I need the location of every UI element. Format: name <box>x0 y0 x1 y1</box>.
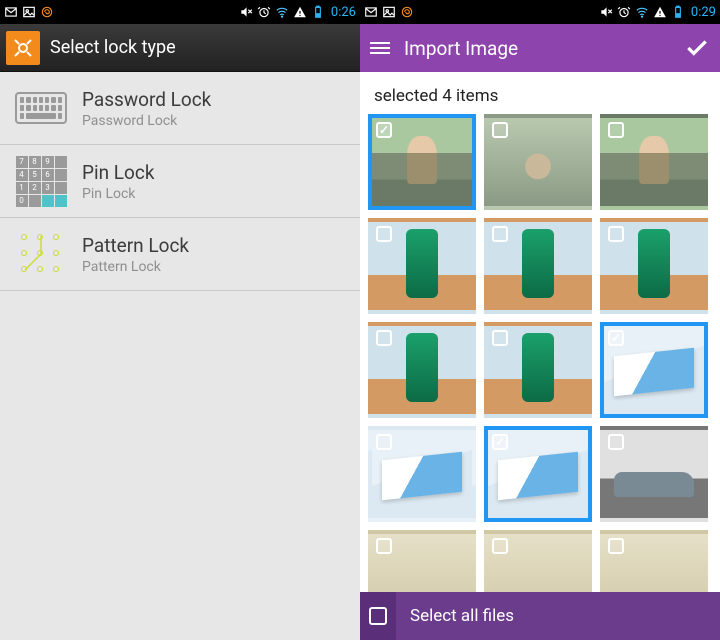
warn-icon <box>293 5 307 19</box>
image-thumbnail[interactable] <box>368 426 476 522</box>
select-all-label: Select all files <box>410 606 514 626</box>
app-logo-icon <box>6 31 40 65</box>
lock-option-pin[interactable]: 789 456 123 0 Pin Lock Pin Lock <box>0 145 360 218</box>
mute-icon <box>239 5 253 19</box>
thumbnail-checkbox[interactable] <box>376 226 392 242</box>
lock-type-list: Password Lock Password Lock 789 456 123 … <box>0 72 360 640</box>
page-title: Import Image <box>404 37 518 60</box>
lock-option-title: Pin Lock <box>82 161 154 184</box>
image-thumbnail[interactable] <box>484 426 592 522</box>
lock-option-pattern[interactable]: Pattern Lock Pattern Lock <box>0 218 360 291</box>
thumbnail-checkbox[interactable] <box>376 122 392 138</box>
screen-import-image: 0:29 Import Image selected 4 items Selec… <box>360 0 720 640</box>
mute-icon <box>599 5 613 19</box>
lock-option-title: Pattern Lock <box>82 234 189 257</box>
select-all-bar[interactable]: Select all files <box>360 592 720 640</box>
battery-icon <box>311 5 325 19</box>
image-thumbnail[interactable] <box>484 218 592 314</box>
thumbnail-checkbox[interactable] <box>492 122 508 138</box>
swirl-icon <box>400 5 414 19</box>
lock-option-password[interactable]: Password Lock Password Lock <box>0 72 360 145</box>
status-bar: 0:26 <box>0 0 360 24</box>
lock-option-subtitle: Password Lock <box>82 113 211 129</box>
thumbnail-checkbox[interactable] <box>492 226 508 242</box>
swirl-icon <box>40 5 54 19</box>
status-bar: 0:29 <box>360 0 720 24</box>
mail-icon <box>4 5 18 19</box>
keyboard-icon <box>14 86 68 130</box>
mail-icon <box>364 5 378 19</box>
selection-count-label: selected 4 items <box>360 72 720 114</box>
image-thumbnail[interactable] <box>368 114 476 210</box>
image-thumbnail[interactable] <box>368 322 476 418</box>
image-thumbnail[interactable] <box>600 322 708 418</box>
alarm-icon <box>617 5 631 19</box>
wifi-icon <box>275 5 289 19</box>
picture-icon <box>22 5 36 19</box>
thumbnail-checkbox[interactable] <box>608 434 624 450</box>
image-thumbnail[interactable] <box>484 114 592 210</box>
picture-icon <box>382 5 396 19</box>
thumbnail-checkbox[interactable] <box>608 122 624 138</box>
app-bar: Import Image <box>360 24 720 72</box>
thumbnail-checkbox[interactable] <box>492 538 508 554</box>
select-all-checkbox[interactable] <box>360 592 396 640</box>
image-thumbnail[interactable] <box>600 114 708 210</box>
thumbnail-checkbox[interactable] <box>608 538 624 554</box>
thumbnail-checkbox[interactable] <box>376 538 392 554</box>
alarm-icon <box>257 5 271 19</box>
battery-icon <box>671 5 685 19</box>
thumbnail-checkbox[interactable] <box>608 226 624 242</box>
lock-option-subtitle: Pin Lock <box>82 186 154 202</box>
thumbnail-checkbox[interactable] <box>376 330 392 346</box>
wifi-icon <box>635 5 649 19</box>
image-thumbnail[interactable] <box>600 426 708 522</box>
page-title: Select lock type <box>50 37 176 58</box>
lock-option-subtitle: Pattern Lock <box>82 259 189 275</box>
image-thumbnail[interactable] <box>484 322 592 418</box>
thumbnail-checkbox[interactable] <box>492 434 508 450</box>
pinpad-icon: 789 456 123 0 <box>14 159 68 203</box>
confirm-button[interactable] <box>684 35 710 61</box>
clock-text: 0:29 <box>691 5 716 20</box>
image-thumbnail[interactable] <box>600 218 708 314</box>
image-thumbnail[interactable] <box>368 218 476 314</box>
lock-option-title: Password Lock <box>82 88 211 111</box>
pattern-icon <box>14 232 68 276</box>
menu-icon[interactable] <box>370 42 390 54</box>
warn-icon <box>653 5 667 19</box>
thumbnail-checkbox[interactable] <box>492 330 508 346</box>
clock-text: 0:26 <box>331 5 356 20</box>
screen-lock-type: 0:26 Select lock type Password Lock Pass… <box>0 0 360 640</box>
app-bar: Select lock type <box>0 24 360 72</box>
thumbnail-checkbox[interactable] <box>608 330 624 346</box>
image-grid[interactable] <box>360 114 720 640</box>
thumbnail-checkbox[interactable] <box>376 434 392 450</box>
